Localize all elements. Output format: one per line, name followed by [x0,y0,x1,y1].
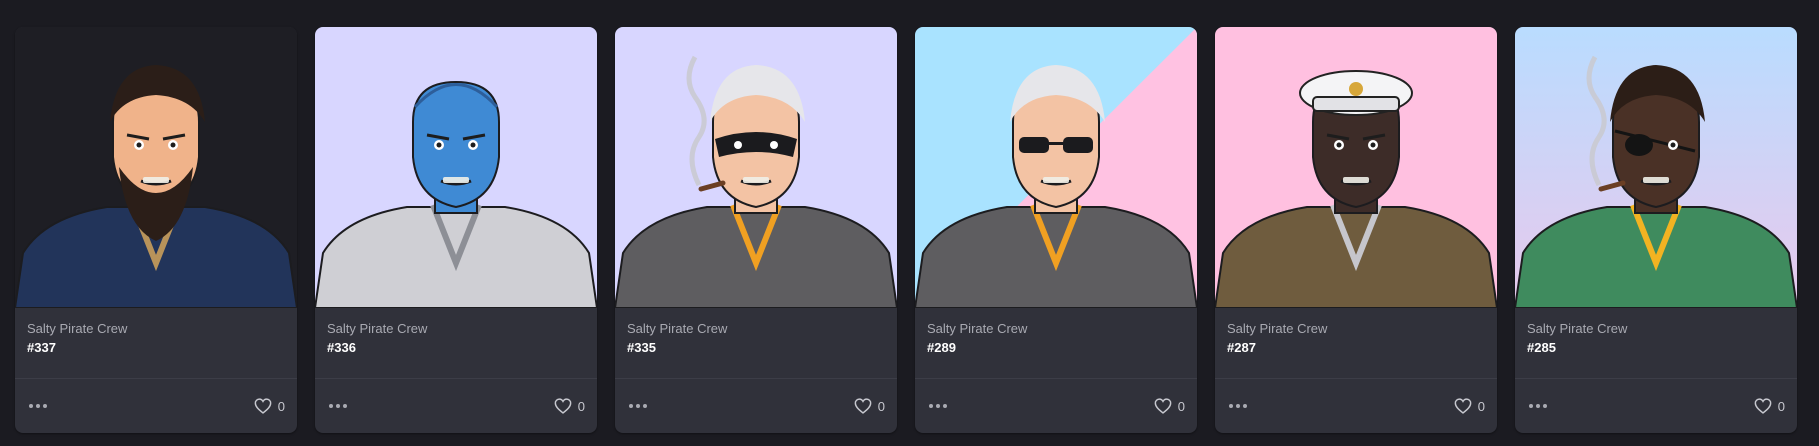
dot-icon [343,404,347,408]
dot-icon [43,404,47,408]
like-button[interactable]: 0 [254,398,285,414]
like-count: 0 [877,398,885,414]
pirate-portrait [1515,27,1797,308]
nft-image[interactable] [15,27,297,308]
like-count: 0 [1177,398,1185,414]
nft-image[interactable] [615,27,897,308]
token-id: #287 [1227,340,1256,355]
heart-icon [1154,398,1172,414]
collection-name[interactable]: Salty Pirate Crew [627,321,885,337]
dot-icon [1543,404,1547,408]
token-id: #336 [327,340,356,355]
pirate-portrait [615,27,897,308]
like-button[interactable]: 0 [1754,398,1785,414]
card-footer: 0 [15,379,297,433]
dot-icon [929,404,933,408]
dot-icon [636,404,640,408]
dot-icon [943,404,947,408]
dot-icon [1529,404,1533,408]
pirate-portrait [1215,27,1497,308]
card-info: Salty Pirate Crew #285 [1515,308,1797,379]
token-id: #285 [1527,340,1556,355]
heart-icon [1454,398,1472,414]
collection-name[interactable]: Salty Pirate Crew [27,321,285,337]
token-id: #337 [27,340,56,355]
more-options-button[interactable] [1227,400,1249,412]
card-info: Salty Pirate Crew #337 [15,308,297,379]
card-info: Salty Pirate Crew #287 [1215,308,1497,379]
like-button[interactable]: 0 [1154,398,1185,414]
more-options-button[interactable] [627,400,649,412]
dot-icon [29,404,33,408]
nft-card[interactable]: Salty Pirate Crew #289 0 [915,27,1197,433]
pirate-portrait [915,27,1197,308]
nft-image[interactable] [315,27,597,308]
token-id: #335 [627,340,656,355]
heart-icon [854,398,872,414]
token-id: #289 [927,340,956,355]
like-count: 0 [577,398,585,414]
like-button[interactable]: 0 [854,398,885,414]
nft-card[interactable]: Salty Pirate Crew #285 0 [1515,27,1797,433]
card-footer: 0 [1515,379,1797,433]
like-count: 0 [1477,398,1485,414]
dot-icon [1536,404,1540,408]
nft-card-grid: Salty Pirate Crew #337 0 Salty Pirate Cr… [15,27,1797,433]
dot-icon [336,404,340,408]
dot-icon [936,404,940,408]
like-count: 0 [277,398,285,414]
like-count: 0 [1777,398,1785,414]
dot-icon [329,404,333,408]
more-options-button[interactable] [327,400,349,412]
like-button[interactable]: 0 [1454,398,1485,414]
dot-icon [643,404,647,408]
nft-card[interactable]: Salty Pirate Crew #335 0 [615,27,897,433]
heart-icon [1754,398,1772,414]
dot-icon [36,404,40,408]
card-footer: 0 [615,379,897,433]
card-footer: 0 [915,379,1197,433]
dot-icon [1229,404,1233,408]
more-options-button[interactable] [1527,400,1549,412]
card-info: Salty Pirate Crew #289 [915,308,1197,379]
collection-name[interactable]: Salty Pirate Crew [1227,321,1485,337]
nft-image[interactable] [1515,27,1797,308]
card-footer: 0 [315,379,597,433]
dot-icon [629,404,633,408]
dot-icon [1236,404,1240,408]
heart-icon [554,398,572,414]
collection-name[interactable]: Salty Pirate Crew [927,321,1185,337]
nft-card[interactable]: Salty Pirate Crew #337 0 [15,27,297,433]
card-info: Salty Pirate Crew #336 [315,308,597,379]
card-info: Salty Pirate Crew #335 [615,308,897,379]
like-button[interactable]: 0 [554,398,585,414]
nft-card[interactable]: Salty Pirate Crew #336 0 [315,27,597,433]
nft-image[interactable] [1215,27,1497,308]
collection-name[interactable]: Salty Pirate Crew [327,321,585,337]
more-options-button[interactable] [927,400,949,412]
pirate-portrait [315,27,597,308]
pirate-portrait [15,27,297,308]
nft-card[interactable]: Salty Pirate Crew #287 0 [1215,27,1497,433]
nft-image[interactable] [915,27,1197,308]
dot-icon [1243,404,1247,408]
more-options-button[interactable] [27,400,49,412]
card-footer: 0 [1215,379,1497,433]
heart-icon [254,398,272,414]
collection-name[interactable]: Salty Pirate Crew [1527,321,1785,337]
